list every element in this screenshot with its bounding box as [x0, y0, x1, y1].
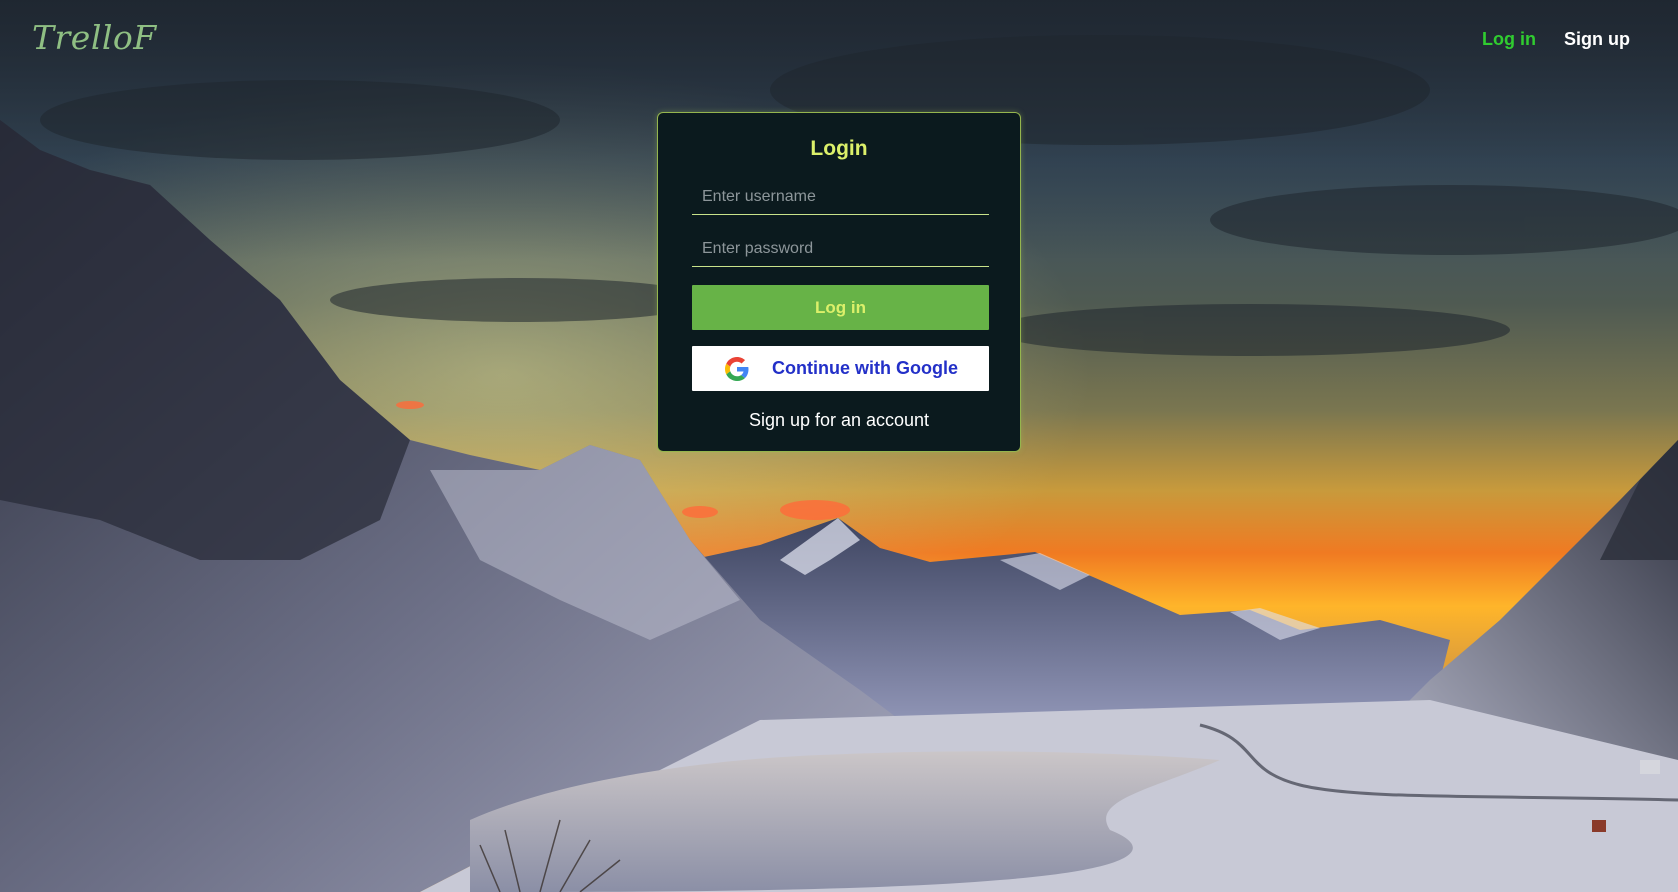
login-button[interactable]: Log in — [692, 285, 989, 330]
google-button-label: Continue with Google — [772, 358, 958, 378]
login-title: Login — [810, 137, 868, 160]
google-icon — [725, 357, 749, 381]
google-signin-button[interactable]: Continue with Google — [692, 346, 989, 391]
password-input[interactable] — [692, 231, 989, 267]
signup-link[interactable]: Sign up for an account — [658, 410, 1020, 431]
brand-logo[interactable]: TrelloF — [32, 18, 157, 57]
nav-signup-link[interactable]: Sign up — [1564, 29, 1630, 50]
username-input[interactable] — [692, 179, 989, 215]
login-card: Login Log in Continue with Google Sign u… — [657, 112, 1021, 452]
top-nav: Log in Sign up — [1482, 29, 1630, 50]
nav-login-link[interactable]: Log in — [1482, 29, 1536, 50]
